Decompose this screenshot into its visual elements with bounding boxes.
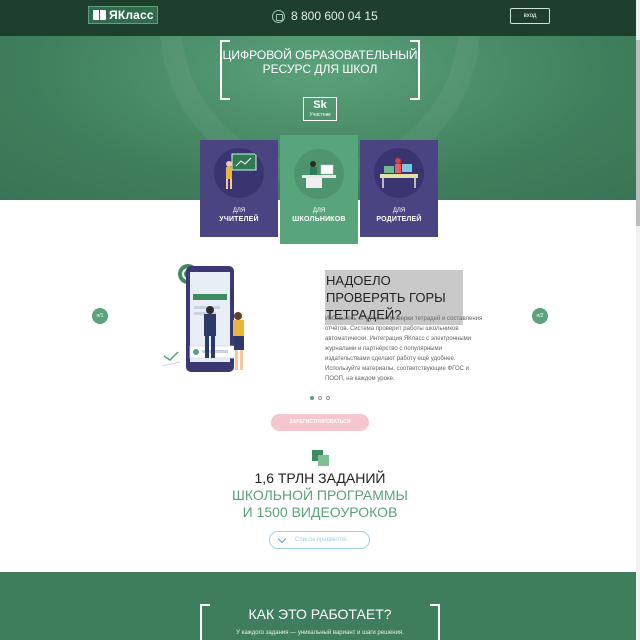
skolkovo-badge-main: Sk bbox=[313, 99, 327, 111]
how-title: КАК ЭТО РАБОТАЕТ? bbox=[248, 606, 392, 622]
slider-next-button[interactable]: п/2 bbox=[532, 308, 548, 324]
how-text: У каждого задания — уникальный вариант и… bbox=[236, 630, 404, 636]
how-it-works-section: КАК ЭТО РАБОТАЕТ? У каждого задания — ун… bbox=[0, 572, 640, 640]
parents-illustration bbox=[374, 148, 424, 198]
hero-title: ЦИФРОВОЙ ОБРАЗОВАТЕЛЬНЫЙ РЕСУРС ДЛЯ ШКОЛ bbox=[222, 48, 418, 76]
book-icon bbox=[93, 10, 106, 20]
page-scrollbar[interactable] bbox=[636, 0, 640, 640]
logo-text: ЯКласс bbox=[109, 8, 154, 22]
slider-dot[interactable] bbox=[318, 396, 322, 400]
phone-number[interactable]: 8 800 600 04 15 bbox=[272, 9, 378, 23]
subjects-list-label: Список предметов bbox=[295, 537, 347, 543]
top-bar: ЯКласс 8 800 600 04 15 вход bbox=[0, 0, 640, 36]
role-card-name: РОДИТЕЛЕЙ bbox=[376, 216, 422, 223]
role-card-teachers[interactable]: ДЛЯ УЧИТЕЛЕЙ bbox=[200, 140, 278, 237]
role-card-name: УЧИТЕЛЕЙ bbox=[219, 216, 259, 223]
skolkovo-badge-sub: Участник bbox=[309, 112, 331, 118]
hero-title-frame: ЦИФРОВОЙ ОБРАЗОВАТЕЛЬНЫЙ РЕСУРС ДЛЯ ШКОЛ bbox=[220, 40, 420, 100]
role-card-pre: ДЛЯ bbox=[312, 208, 326, 214]
register-button[interactable]: ЗАРЕГИСТРИРОВАТЬСЯ bbox=[271, 414, 369, 431]
phone-icon bbox=[272, 9, 285, 23]
stats-block: 1,6 ТРЛН ЗАДАНИЙ ШКОЛЬНОЙ ПРОГРАММЫ И 15… bbox=[170, 470, 470, 521]
slide-text: Избавьтесь от рутины проверки тетрадей и… bbox=[325, 316, 483, 382]
slider-prev-button[interactable]: п/1 bbox=[92, 308, 108, 324]
tablet-illustration bbox=[160, 262, 260, 382]
stats-line-1: 1,6 ТРЛН ЗАДАНИЙ bbox=[254, 470, 386, 486]
role-card-students[interactable]: ДЛЯ ШКОЛЬНИКОВ bbox=[280, 135, 358, 244]
chevron-down-icon bbox=[277, 534, 287, 544]
slider-dots bbox=[310, 396, 330, 400]
role-card-pre: ДЛЯ bbox=[392, 208, 406, 214]
phone-text: 8 800 600 04 15 bbox=[291, 9, 378, 23]
squares-icon bbox=[312, 450, 330, 466]
skolkovo-badge: Sk Участник bbox=[303, 97, 337, 121]
yaklass-logo[interactable]: ЯКласс bbox=[88, 6, 158, 24]
stats-line-3: И 1500 ВИДЕОУРОКОВ bbox=[242, 504, 398, 520]
slider-dot[interactable] bbox=[310, 396, 314, 400]
subjects-list-button[interactable]: Список предметов bbox=[269, 531, 370, 549]
role-card-parents[interactable]: ДЛЯ РОДИТЕЛЕЙ bbox=[360, 140, 438, 237]
role-card-pre: ДЛЯ bbox=[232, 208, 246, 214]
scrollbar-thumb[interactable] bbox=[636, 40, 640, 226]
login-button[interactable]: вход bbox=[510, 8, 550, 24]
role-card-name: ШКОЛЬНИКОВ bbox=[292, 216, 346, 223]
slider-dot[interactable] bbox=[326, 396, 330, 400]
teacher-illustration bbox=[214, 148, 264, 198]
stats-line-2: ШКОЛЬНОЙ ПРОГРАММЫ bbox=[232, 487, 408, 503]
student-illustration bbox=[294, 149, 344, 199]
